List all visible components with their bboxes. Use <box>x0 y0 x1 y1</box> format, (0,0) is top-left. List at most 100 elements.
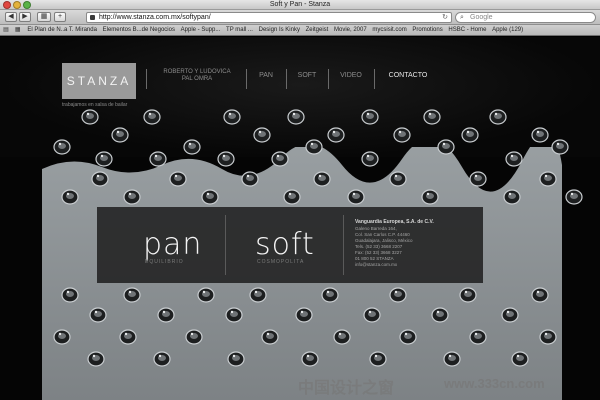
droplet <box>531 127 549 143</box>
droplet <box>241 171 259 187</box>
grid-icon[interactable]: ▦ <box>14 25 22 35</box>
bookmark-item[interactable]: Apple - Supp... <box>181 25 221 35</box>
droplet <box>53 139 71 155</box>
contact-email-link[interactable]: info@stanza.com.mx <box>355 262 479 268</box>
bookmark-item[interactable]: El Plan de N..a T. Miranda <box>27 25 97 35</box>
droplet <box>539 171 557 187</box>
panel-divider <box>343 215 344 275</box>
url-input[interactable]: http://www.stanza.com.mx/softypan/ <box>99 13 211 23</box>
droplet <box>91 171 109 187</box>
forward-button[interactable]: ▶ <box>19 12 31 22</box>
droplet <box>399 329 417 345</box>
droplet <box>271 151 289 167</box>
droplet <box>61 287 79 303</box>
droplet <box>389 171 407 187</box>
droplet <box>327 127 345 143</box>
droplet <box>437 139 455 155</box>
droplet <box>313 171 331 187</box>
book-icon[interactable]: ▤ <box>2 25 10 35</box>
droplet <box>169 171 187 187</box>
droplet <box>249 287 267 303</box>
nav-divider <box>286 69 287 89</box>
droplet <box>89 307 107 323</box>
watermark-url: www.333cn.com <box>444 376 545 391</box>
nav-item-contacto[interactable]: CONTACTO <box>380 69 436 89</box>
droplet <box>53 329 71 345</box>
brand-soft[interactable]: soft <box>255 227 315 262</box>
title-bar: Soft y Pan - Stanza <box>0 0 600 10</box>
bookmark-item[interactable]: Movie, 2007 <box>334 25 367 35</box>
brand-pan[interactable]: pan <box>143 227 202 262</box>
nav-divider <box>374 69 375 89</box>
address-bar[interactable]: http://www.stanza.com.mx/softypan/ ↻ <box>86 12 452 23</box>
nav-divider <box>328 69 329 89</box>
nav-item-label: ROBERTO Y LUDOVICA <box>163 69 231 75</box>
show-all-bookmarks-button[interactable]: ▦ <box>37 12 51 22</box>
droplet <box>511 351 529 367</box>
search-icon: ⌕ <box>460 14 464 21</box>
droplet <box>431 307 449 323</box>
site-logo[interactable]: STANZA <box>62 63 136 99</box>
add-bookmark-button[interactable]: + <box>54 12 66 22</box>
droplet <box>123 189 141 205</box>
droplet <box>61 189 79 205</box>
droplet <box>501 307 519 323</box>
nav-item-label: PAL OMRA <box>181 76 213 82</box>
bookmark-item[interactable]: HSBC - Home <box>448 25 486 35</box>
droplet <box>223 109 241 125</box>
droplet <box>111 127 129 143</box>
bookmark-item[interactable]: mycsisit.com <box>372 25 406 35</box>
bookmark-item[interactable]: Zeitgeist <box>306 25 329 35</box>
droplet <box>361 151 379 167</box>
droplet <box>217 151 235 167</box>
droplet <box>459 287 477 303</box>
droplet <box>393 127 411 143</box>
nav-item-pan[interactable]: PAN <box>252 69 280 89</box>
droplet <box>423 109 441 125</box>
bookmark-item[interactable]: Promotions <box>412 25 442 35</box>
droplet <box>157 307 175 323</box>
droplet <box>283 189 301 205</box>
droplet <box>443 351 461 367</box>
droplet <box>461 127 479 143</box>
droplet <box>363 307 381 323</box>
brand-soft-subtitle: COSMOPOLITA <box>257 259 305 265</box>
browser-toolbar: ◀ ▶ ▦ + http://www.stanza.com.mx/softypa… <box>0 10 600 25</box>
droplet <box>469 329 487 345</box>
bookmark-item[interactable]: Design Is Kinky <box>259 25 300 35</box>
droplet <box>389 287 407 303</box>
droplet <box>201 189 219 205</box>
droplet <box>153 351 171 367</box>
nav-item-soft[interactable]: SOFT <box>292 69 322 89</box>
back-button[interactable]: ◀ <box>5 12 17 22</box>
bookmark-item[interactable]: Apple (129) <box>492 25 523 35</box>
brands-panel: pan EQUILIBRIO soft COSMOPOLITA Vanguard… <box>97 207 483 283</box>
droplet <box>295 307 313 323</box>
droplet <box>361 109 379 125</box>
droplet <box>489 109 507 125</box>
reload-icon[interactable]: ↻ <box>442 13 448 23</box>
nav-item-roberto-ludovica[interactable]: ROBERTO Y LUDOVICA PAL OMRA <box>154 69 240 89</box>
nav-item-video[interactable]: VIDEO <box>334 69 368 89</box>
search-field[interactable]: ⌕ Google <box>455 12 596 23</box>
droplet <box>301 351 319 367</box>
droplet <box>183 139 201 155</box>
watermark-text: 中国设计之窗 <box>298 380 395 397</box>
droplet <box>149 151 167 167</box>
search-placeholder: Google <box>470 14 493 21</box>
droplet <box>565 189 583 205</box>
droplet <box>347 189 365 205</box>
bookmark-item[interactable]: TP mall ... <box>226 25 253 35</box>
droplet <box>123 287 141 303</box>
site-tagline: trabajamos en salsa de bailar <box>62 102 128 108</box>
droplet <box>369 351 387 367</box>
droplet <box>421 189 439 205</box>
droplet <box>539 329 557 345</box>
droplet <box>469 171 487 187</box>
grid-icon: ▦ <box>40 13 48 20</box>
plus-icon: + <box>57 13 63 20</box>
droplet <box>531 287 549 303</box>
bookmark-item[interactable]: Elementos B...de Negocios <box>103 25 175 35</box>
droplet <box>503 189 521 205</box>
droplet <box>321 287 339 303</box>
